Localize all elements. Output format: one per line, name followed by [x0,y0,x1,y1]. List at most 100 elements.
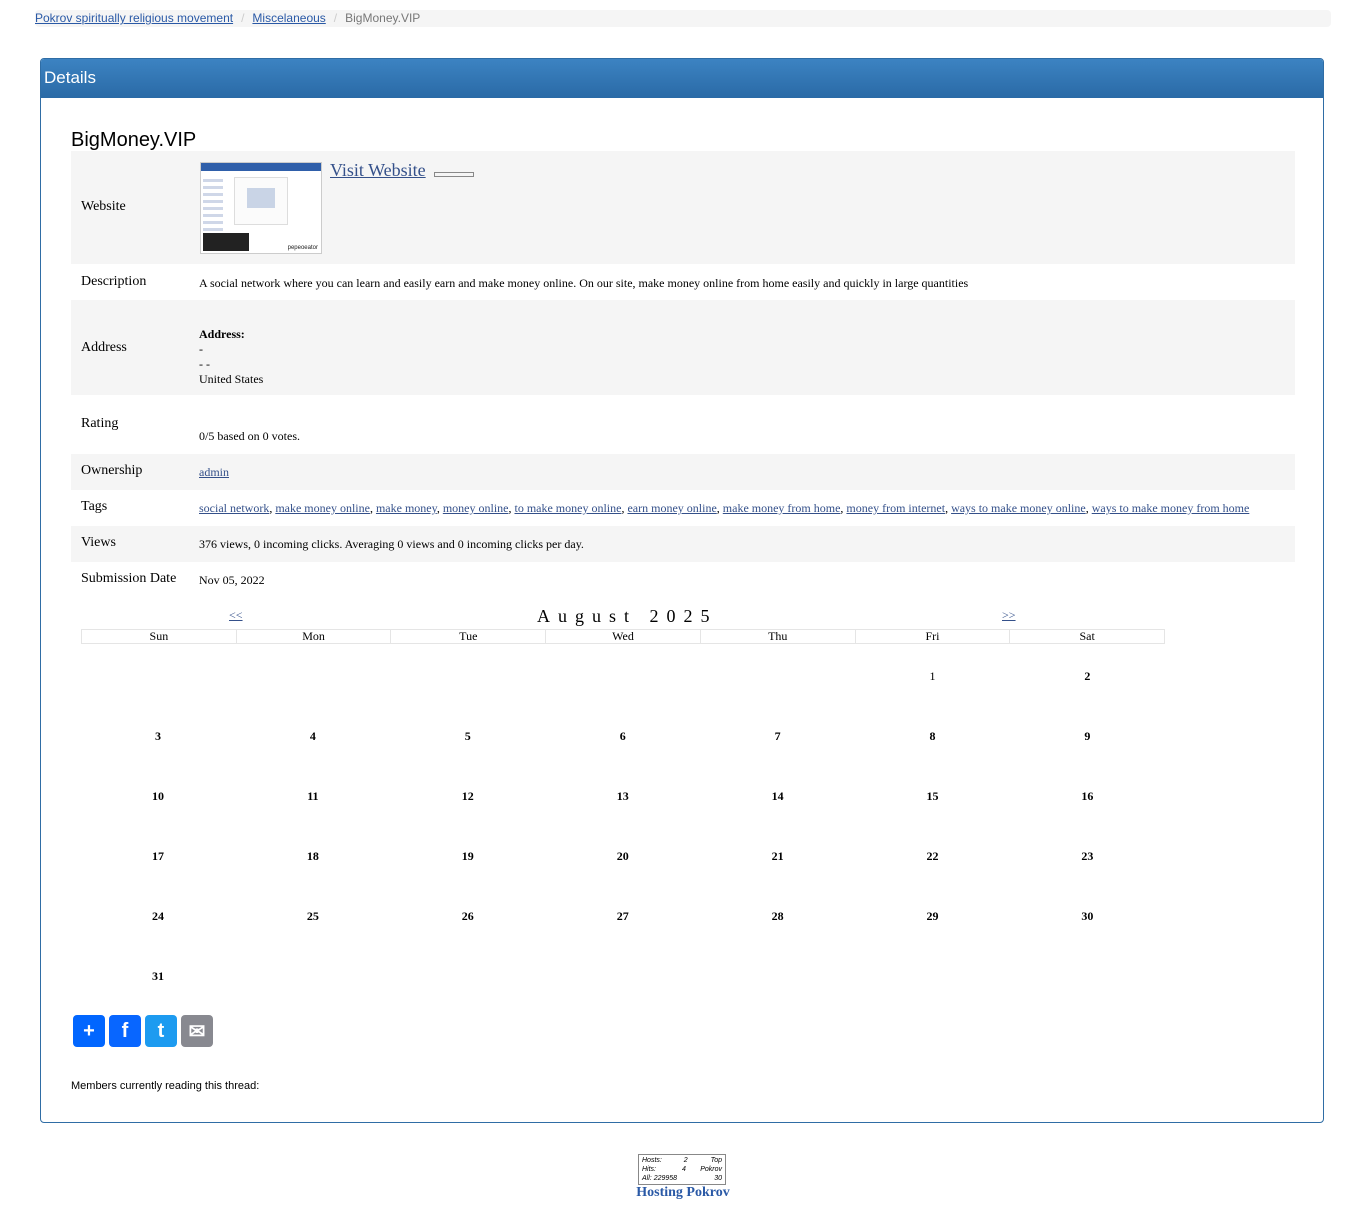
submission-date: Nov 05, 2022 [199,573,265,587]
members-reading-text: Members currently reading this thread: [71,1080,260,1092]
rating-bar [434,172,474,177]
calendar-day: 3 [155,729,161,743]
calendar-day: 8 [929,729,936,743]
thumbnail-logo: pepeoeator [287,245,318,251]
tag-link[interactable]: make money online [275,501,370,515]
visit-counter[interactable]: Hosts: 2 Top Hits: 4 Pokrov All: 229958 30 [638,1154,726,1185]
calendar-day: 22 [926,849,939,863]
calendar-prev-link[interactable]: << [229,608,243,623]
address-heading: Address: [199,327,245,341]
views-label: Views [81,535,116,550]
breadcrumb-separator: / [333,11,338,25]
calendar-next-link[interactable]: >> [1002,608,1016,623]
tag-link[interactable]: earn money online [627,501,716,515]
calendar-day: 19 [461,849,474,863]
calendar-weekday: Sun [82,630,237,643]
visit-website-link[interactable]: Visit Website [330,160,426,181]
submission-label: Submission Date [81,571,177,586]
tag-link[interactable]: social network [199,501,269,515]
tags-list: social network, make money online, make … [199,501,1249,516]
tags-label: Tags [81,499,108,514]
calendar-day: 21 [771,849,784,863]
calendar-day: 5 [464,729,471,743]
ownership-label: Ownership [81,463,143,478]
views-text: 376 views, 0 incoming clicks. Averaging … [199,537,584,551]
calendar-day: 15 [926,789,939,803]
rating-row: Rating 0/5 based on 0 votes. [71,395,1295,454]
address-block: Address: - - - United States [199,327,263,387]
calendar-weekday: Tue [391,630,547,643]
submission-row: Submission Date Nov 05, 2022 [71,562,1295,598]
tag-link[interactable]: make money from home [723,501,841,515]
tag-link[interactable]: make money [376,501,437,515]
calendar-day: 12 [461,789,474,803]
description-row: Description A social network where you c… [71,264,1295,300]
tag-link[interactable]: ways to make money from home [1092,501,1250,515]
address-row: Address Address: - - - United States [71,300,1295,395]
website-thumbnail[interactable]: pepeoeator [200,162,322,254]
counter-top-rank: 30 [714,1175,722,1182]
calendar-weekday: Thu [701,630,856,643]
breadcrumb-separator: / [241,11,245,25]
calendar-day: 25 [306,909,319,923]
calendar-day: 24 [152,909,164,923]
views-row: Views 376 views, 0 incoming clicks. Aver… [71,526,1295,562]
calendar-day: 17 [152,849,164,863]
address-label: Address [81,340,127,355]
share-button[interactable]: + [73,1015,105,1047]
address-line1: - [199,342,203,356]
calendar-weekday: Fri [856,630,1011,643]
twitter-button[interactable]: t [145,1015,177,1047]
page-title: BigMoney.VIP [71,129,197,151]
calendar-day: 26 [461,909,474,923]
facebook-button[interactable]: f [109,1015,141,1047]
calendar-weekday: Wed [546,630,701,643]
counter-hits-label: Hits: [642,1166,656,1173]
counter-top-site: Pokrov [700,1166,722,1173]
details-panel: Details BigMoney.VIP Website pepeoeator … [40,58,1324,1123]
tag-link[interactable]: money online [443,501,509,515]
calendar-day: 20 [616,849,629,863]
rating-text: 0/5 based on 0 votes. [199,429,300,443]
panel-header: Details [41,59,1323,98]
description-label: Description [81,274,147,289]
tag-link[interactable]: to make money online [514,501,621,515]
ownership-row: Ownership admin [71,454,1295,490]
calendar-day: 18 [306,849,319,863]
calendar-day: 31 [152,969,164,983]
tag-link[interactable]: ways to make money online [951,501,1086,515]
tags-row: Tags social network, make money online, … [71,490,1295,526]
calendar-day: 27 [616,909,629,923]
tag-link[interactable]: money from internet [846,501,945,515]
calendar-day: 13 [616,789,629,803]
rating-label: Rating [81,416,119,431]
calendar-day: 7 [774,729,781,743]
calendar-day: 23 [1081,849,1094,863]
breadcrumb-home-link[interactable]: Pokrov spiritually religious movement [35,11,233,25]
owner-link[interactable]: admin [199,465,229,480]
share-bar: + f t ✉ [73,1015,213,1047]
counter-hosts-value: 2 [683,1157,688,1164]
calendar-day: 30 [1081,909,1094,923]
hosting-link[interactable]: Hosting Pokrov [0,1185,1366,1201]
counter-hits-value: 4 [681,1166,686,1173]
calendar-day: 6 [619,729,626,743]
description-text: A social network where you can learn and… [199,276,969,290]
website-label: Website [81,199,126,214]
calendar-day: 16 [1081,789,1094,803]
calendar-day: 2 [1084,669,1091,683]
calendar-weekday-header: Sun Mon Tue Wed Thu Fri Sat [81,629,1165,644]
calendar-month-title: August 2025 [537,606,718,626]
calendar-day: 14 [771,789,784,803]
address-country: United States [199,372,264,386]
breadcrumb-section-link[interactable]: Miscelaneous [252,11,325,25]
calendar-weekday: Mon [237,630,392,643]
calendar-day: 28 [771,909,784,923]
calendar-day: 9 [1084,729,1091,743]
counter-all-label: All: [642,1175,652,1182]
calendar-weekday: Sat [1079,629,1095,643]
breadcrumb: Pokrov spiritually religious movement / Mi… [35,10,1331,27]
address-line2: - - [199,357,210,371]
email-button[interactable]: ✉ [181,1015,213,1047]
calendar-day: 1 [929,669,936,683]
